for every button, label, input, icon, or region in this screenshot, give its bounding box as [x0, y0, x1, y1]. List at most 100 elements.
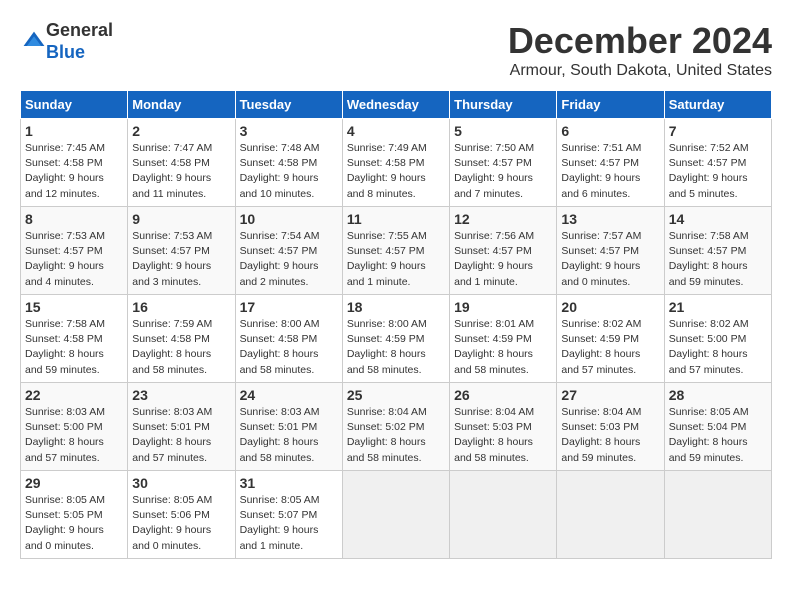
- month-title: December 2024: [508, 20, 772, 62]
- day-info: Sunrise: 8:04 AMSunset: 5:02 PMDaylight:…: [347, 405, 445, 466]
- table-row: 23 Sunrise: 8:03 AMSunset: 5:01 PMDayligh…: [128, 383, 235, 471]
- day-info: Sunrise: 7:47 AMSunset: 4:58 PMDaylight:…: [132, 141, 230, 202]
- day-info: Sunrise: 8:02 AMSunset: 5:00 PMDaylight:…: [669, 317, 767, 378]
- calendar-week-row: 8 Sunrise: 7:53 AMSunset: 4:57 PMDaylight…: [21, 207, 772, 295]
- table-row: 5 Sunrise: 7:50 AMSunset: 4:57 PMDaylight…: [450, 119, 557, 207]
- col-tuesday: Tuesday: [235, 91, 342, 119]
- day-info: Sunrise: 7:59 AMSunset: 4:58 PMDaylight:…: [132, 317, 230, 378]
- table-row: 24Sunrise: 8:03 AMSunset: 5:01 PMDayligh…: [235, 383, 342, 471]
- col-friday: Friday: [557, 91, 664, 119]
- table-row: 18Sunrise: 8:00 AMSunset: 4:59 PMDayligh…: [342, 295, 449, 383]
- day-number: 16: [132, 299, 230, 315]
- table-row: 3 Sunrise: 7:48 AMSunset: 4:58 PMDaylight…: [235, 119, 342, 207]
- day-info: Sunrise: 7:53 AMSunset: 4:57 PMDaylight:…: [132, 229, 230, 290]
- table-row: 30 Sunrise: 8:05 AMSunset: 5:06 PMDayligh…: [128, 471, 235, 559]
- logo-general: General: [46, 20, 113, 40]
- day-number: 23: [132, 387, 230, 403]
- day-number: 21: [669, 299, 767, 315]
- day-number: 30: [132, 475, 230, 491]
- table-row: 14Sunrise: 7:58 AMSunset: 4:57 PMDayligh…: [664, 207, 771, 295]
- day-info: Sunrise: 7:49 AMSunset: 4:58 PMDaylight:…: [347, 141, 445, 202]
- title-block: December 2024 Armour, South Dakota, Unit…: [508, 20, 772, 80]
- calendar-week-row: 29 Sunrise: 8:05 AMSunset: 5:05 PMDayligh…: [21, 471, 772, 559]
- day-info: Sunrise: 8:04 AMSunset: 5:03 PMDaylight:…: [561, 405, 659, 466]
- day-number: 3: [240, 123, 338, 139]
- day-info: Sunrise: 8:02 AMSunset: 4:59 PMDaylight:…: [561, 317, 659, 378]
- table-row: [664, 471, 771, 559]
- day-number: 6: [561, 123, 659, 139]
- day-info: Sunrise: 7:53 AMSunset: 4:57 PMDaylight:…: [25, 229, 123, 290]
- table-row: 29 Sunrise: 8:05 AMSunset: 5:05 PMDayligh…: [21, 471, 128, 559]
- day-info: Sunrise: 8:00 AMSunset: 4:59 PMDaylight:…: [347, 317, 445, 378]
- col-wednesday: Wednesday: [342, 91, 449, 119]
- day-info: Sunrise: 8:03 AMSunset: 5:01 PMDaylight:…: [132, 405, 230, 466]
- table-row: 19 Sunrise: 8:01 AMSunset: 4:59 PMDayligh…: [450, 295, 557, 383]
- day-info: Sunrise: 8:05 AMSunset: 5:06 PMDaylight:…: [132, 493, 230, 554]
- day-info: Sunrise: 8:05 AMSunset: 5:04 PMDaylight:…: [669, 405, 767, 466]
- day-number: 8: [25, 211, 123, 227]
- table-row: 20 Sunrise: 8:02 AMSunset: 4:59 PMDayligh…: [557, 295, 664, 383]
- table-row: 6 Sunrise: 7:51 AMSunset: 4:57 PMDaylight…: [557, 119, 664, 207]
- day-info: Sunrise: 7:56 AMSunset: 4:57 PMDaylight:…: [454, 229, 552, 290]
- day-number: 9: [132, 211, 230, 227]
- day-number: 5: [454, 123, 552, 139]
- table-row: 27 Sunrise: 8:04 AMSunset: 5:03 PMDayligh…: [557, 383, 664, 471]
- day-number: 29: [25, 475, 123, 491]
- day-info: Sunrise: 8:04 AMSunset: 5:03 PMDaylight:…: [454, 405, 552, 466]
- day-number: 1: [25, 123, 123, 139]
- day-number: 19: [454, 299, 552, 315]
- table-row: [557, 471, 664, 559]
- day-number: 4: [347, 123, 445, 139]
- day-info: Sunrise: 8:05 AMSunset: 5:07 PMDaylight:…: [240, 493, 338, 554]
- day-number: 25: [347, 387, 445, 403]
- day-number: 12: [454, 211, 552, 227]
- day-info: Sunrise: 8:03 AMSunset: 5:00 PMDaylight:…: [25, 405, 123, 466]
- day-info: Sunrise: 7:54 AMSunset: 4:57 PMDaylight:…: [240, 229, 338, 290]
- day-info: Sunrise: 7:52 AMSunset: 4:57 PMDaylight:…: [669, 141, 767, 202]
- day-number: 10: [240, 211, 338, 227]
- logo-icon: [22, 30, 46, 54]
- day-number: 11: [347, 211, 445, 227]
- day-number: 28: [669, 387, 767, 403]
- col-thursday: Thursday: [450, 91, 557, 119]
- col-saturday: Saturday: [664, 91, 771, 119]
- table-row: 10 Sunrise: 7:54 AMSunset: 4:57 PMDayligh…: [235, 207, 342, 295]
- day-number: 14: [669, 211, 767, 227]
- day-number: 7: [669, 123, 767, 139]
- table-row: 16 Sunrise: 7:59 AMSunset: 4:58 PMDayligh…: [128, 295, 235, 383]
- day-info: Sunrise: 8:05 AMSunset: 5:05 PMDaylight:…: [25, 493, 123, 554]
- table-row: 13Sunrise: 7:57 AMSunset: 4:57 PMDayligh…: [557, 207, 664, 295]
- day-number: 13: [561, 211, 659, 227]
- table-row: 26Sunrise: 8:04 AMSunset: 5:03 PMDayligh…: [450, 383, 557, 471]
- day-info: Sunrise: 7:48 AMSunset: 4:58 PMDaylight:…: [240, 141, 338, 202]
- day-number: 31: [240, 475, 338, 491]
- day-number: 20: [561, 299, 659, 315]
- table-row: 12 Sunrise: 7:56 AMSunset: 4:57 PMDayligh…: [450, 207, 557, 295]
- calendar-week-row: 1 Sunrise: 7:45 AMSunset: 4:58 PMDaylight…: [21, 119, 772, 207]
- day-info: Sunrise: 7:51 AMSunset: 4:57 PMDaylight:…: [561, 141, 659, 202]
- table-row: 11Sunrise: 7:55 AMSunset: 4:57 PMDayligh…: [342, 207, 449, 295]
- day-info: Sunrise: 7:50 AMSunset: 4:57 PMDaylight:…: [454, 141, 552, 202]
- day-info: Sunrise: 8:01 AMSunset: 4:59 PMDaylight:…: [454, 317, 552, 378]
- day-number: 22: [25, 387, 123, 403]
- col-sunday: Sunday: [21, 91, 128, 119]
- table-row: 4 Sunrise: 7:49 AMSunset: 4:58 PMDaylight…: [342, 119, 449, 207]
- table-row: 17 Sunrise: 8:00 AMSunset: 4:58 PMDayligh…: [235, 295, 342, 383]
- table-row: 8 Sunrise: 7:53 AMSunset: 4:57 PMDaylight…: [21, 207, 128, 295]
- calendar-week-row: 22 Sunrise: 8:03 AMSunset: 5:00 PMDayligh…: [21, 383, 772, 471]
- day-number: 17: [240, 299, 338, 315]
- col-monday: Monday: [128, 91, 235, 119]
- table-row: 25 Sunrise: 8:04 AMSunset: 5:02 PMDayligh…: [342, 383, 449, 471]
- day-number: 15: [25, 299, 123, 315]
- table-row: 21 Sunrise: 8:02 AMSunset: 5:00 PMDayligh…: [664, 295, 771, 383]
- day-number: 27: [561, 387, 659, 403]
- day-info: Sunrise: 7:45 AMSunset: 4:58 PMDaylight:…: [25, 141, 123, 202]
- day-info: Sunrise: 7:58 AMSunset: 4:58 PMDaylight:…: [25, 317, 123, 378]
- day-info: Sunrise: 8:00 AMSunset: 4:58 PMDaylight:…: [240, 317, 338, 378]
- logo: General Blue: [20, 20, 113, 63]
- location: Armour, South Dakota, United States: [508, 62, 772, 80]
- calendar-week-row: 15 Sunrise: 7:58 AMSunset: 4:58 PMDayligh…: [21, 295, 772, 383]
- table-row: 7 Sunrise: 7:52 AMSunset: 4:57 PMDaylight…: [664, 119, 771, 207]
- table-row: 22 Sunrise: 8:03 AMSunset: 5:00 PMDayligh…: [21, 383, 128, 471]
- day-number: 2: [132, 123, 230, 139]
